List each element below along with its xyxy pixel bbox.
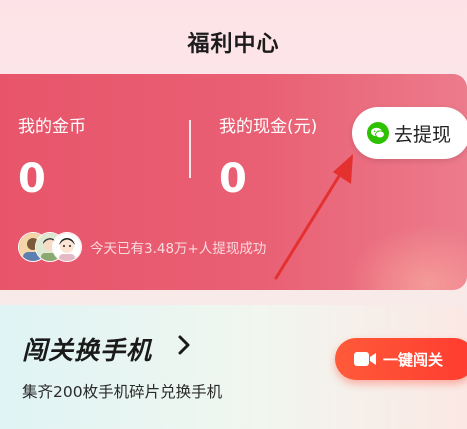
avatar	[52, 232, 82, 262]
one-click-challenge-button[interactable]: 一键闯关	[335, 338, 467, 380]
coin-label: 我的金币	[18, 117, 86, 137]
cash-label: 我的现金(元)	[219, 117, 318, 137]
withdraw-button[interactable]: 去提现	[352, 107, 467, 159]
challenge-title[interactable]: 闯关换手机	[22, 331, 152, 367]
wechat-icon	[367, 122, 389, 144]
cash-value[interactable]: 0	[219, 156, 247, 202]
one-click-challenge-label: 一键闯关	[383, 350, 444, 369]
avatar-group	[18, 232, 82, 262]
page-title: 福利中心	[187, 32, 280, 57]
withdraw-label: 去提现	[394, 123, 452, 146]
wallet-card: 我的金币 0 我的现金(元) 0 去提现 今天已有3.48万+人提现成功	[0, 74, 467, 290]
coin-value[interactable]: 0	[18, 156, 46, 202]
challenge-subtitle: 集齐200枚手机碎片兑换手机	[22, 383, 223, 401]
video-camera-icon	[354, 352, 376, 366]
withdraw-social-proof: 今天已有3.48万+人提现成功	[90, 241, 267, 257]
chevron-right-icon[interactable]	[176, 333, 192, 357]
divider	[189, 120, 191, 178]
challenge-card[interactable]: 闯关换手机 集齐200枚手机碎片兑换手机 一键闯关	[0, 305, 467, 429]
